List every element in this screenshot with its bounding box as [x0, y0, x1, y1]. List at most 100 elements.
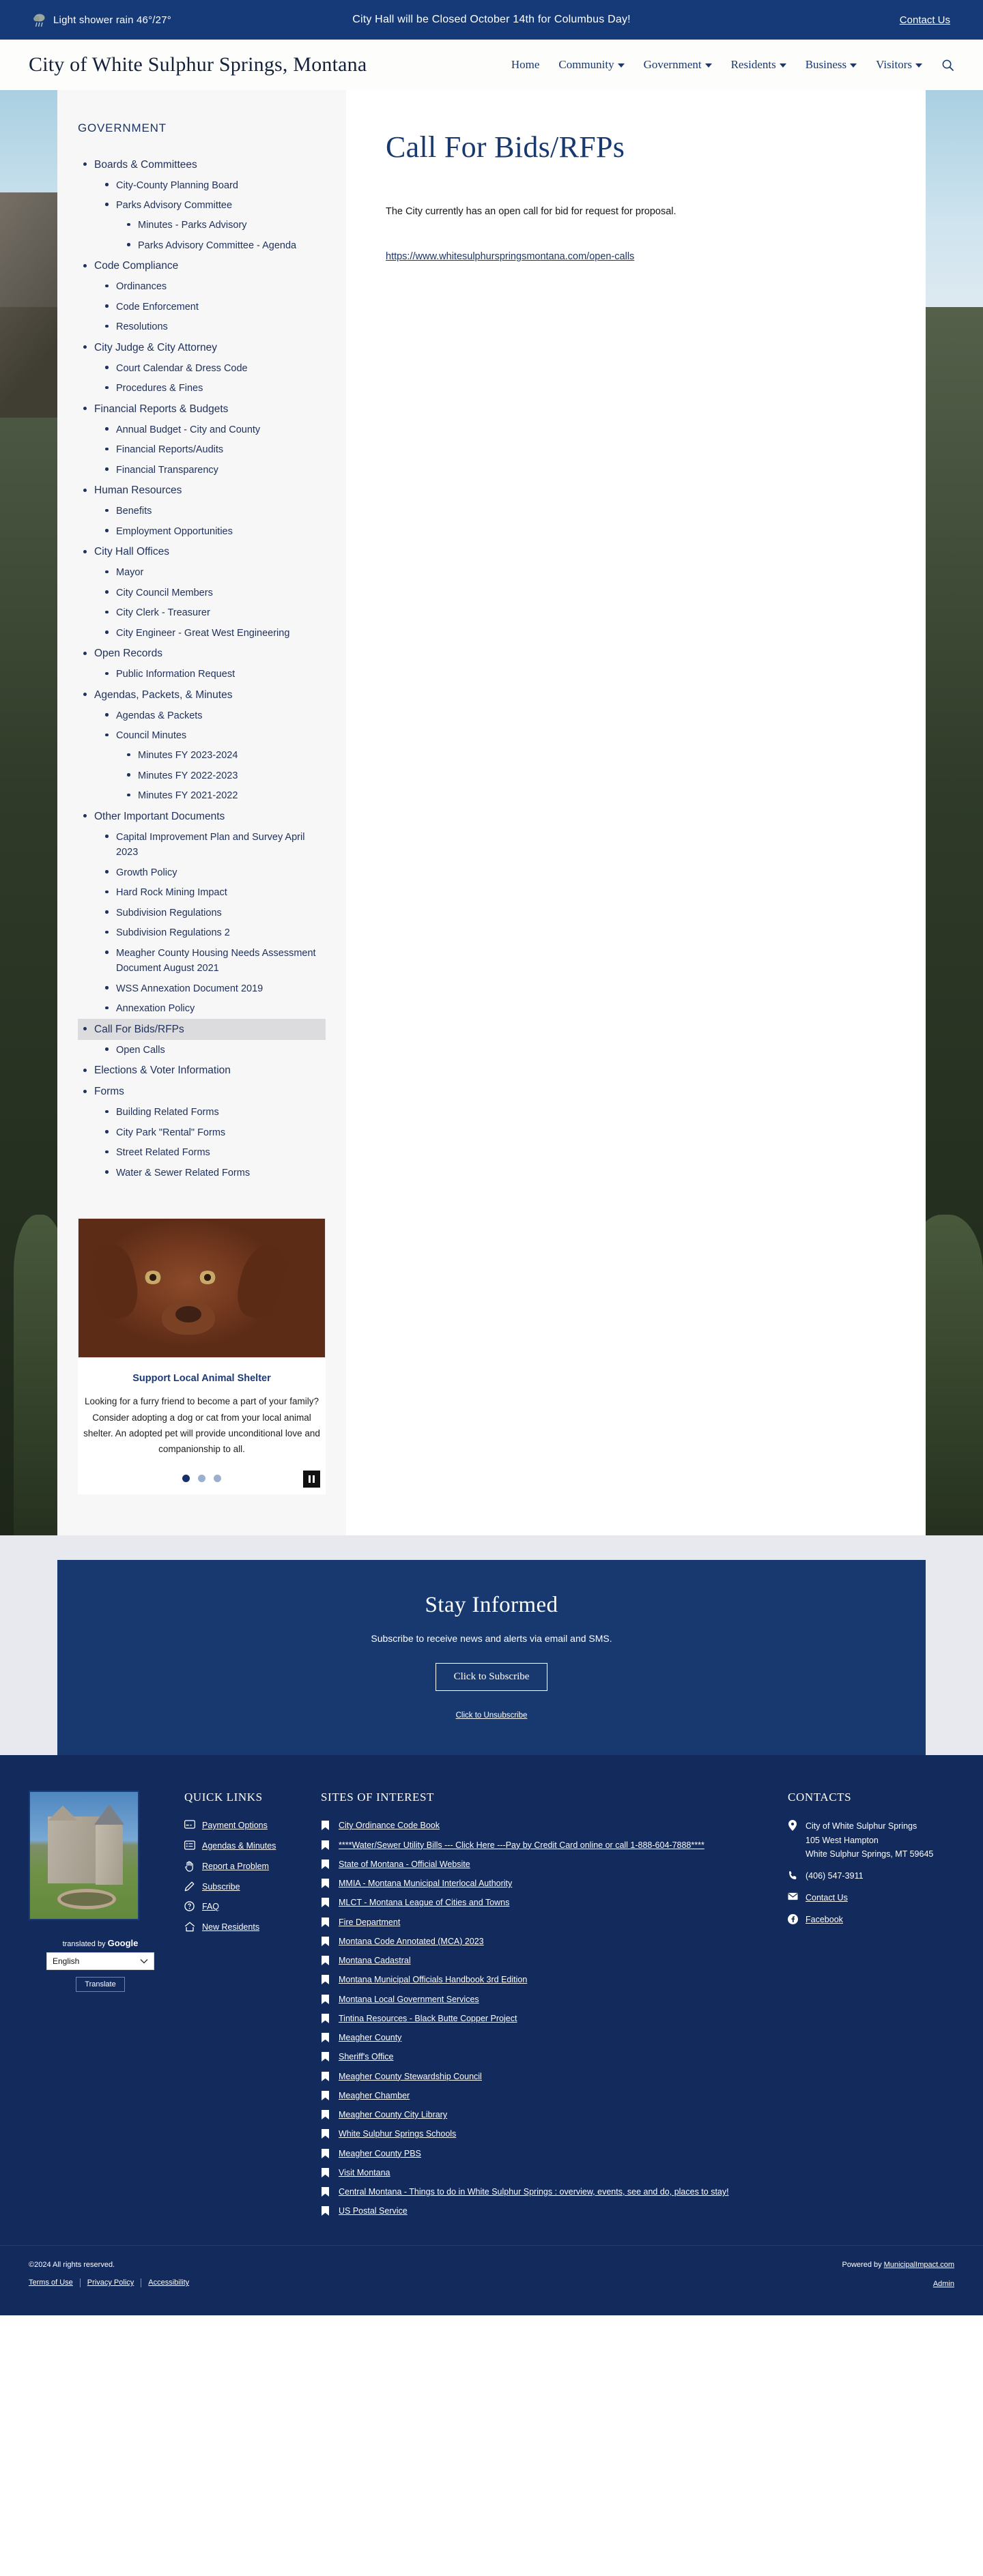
sidebar-item-call-for-bids-rfps[interactable]: Call For Bids/RFPs [78, 1019, 326, 1041]
sidebar-item-parks-advisory-committee-agenda[interactable]: Parks Advisory Committee - Agenda [78, 235, 326, 255]
sidebar-item-financial-transparency[interactable]: Financial Transparency [78, 460, 326, 480]
sidebar-item-other-important-documents[interactable]: Other Important Documents [78, 806, 326, 827]
site-link-item[interactable]: Montana Municipal Officials Handbook 3rd… [321, 1973, 777, 1986]
sidebar-item-growth-policy[interactable]: Growth Policy [78, 863, 326, 882]
sidebar-item-annexation-policy[interactable]: Annexation Policy [78, 999, 326, 1019]
site-link-label[interactable]: MMIA - Montana Municipal Interlocal Auth… [339, 1877, 512, 1890]
sidebar-item-procedures-fines[interactable]: Procedures & Fines [78, 379, 326, 399]
sidebar-item-forms[interactable]: Forms [78, 1082, 326, 1103]
site-link-label[interactable]: Sheriff's Office [339, 2051, 393, 2064]
site-link-item[interactable]: ****Water/Sewer Utility Bills --- Click … [321, 1839, 777, 1852]
site-link-label[interactable]: Visit Montana [339, 2167, 390, 2180]
sidebar-item-agendas-packets-minutes[interactable]: Agendas, Packets, & Minutes [78, 684, 326, 706]
site-link-item[interactable]: Montana Cadastral [321, 1954, 777, 1967]
site-link-label[interactable]: Montana Cadastral [339, 1954, 411, 1967]
site-link-item[interactable]: White Sulphur Springs Schools [321, 2128, 777, 2141]
unsubscribe-link[interactable]: Click to Unsubscribe [71, 1711, 912, 1720]
site-link-label[interactable]: State of Montana - Official Website [339, 1858, 470, 1871]
accessibility-link[interactable]: Accessibility [148, 2278, 189, 2287]
sidebar-item-building-related-forms[interactable]: Building Related Forms [78, 1103, 326, 1123]
site-link-label[interactable]: US Postal Service [339, 2205, 408, 2218]
quick-link-item[interactable]: Payment Options [184, 1819, 307, 1832]
sidebar-item-human-resources[interactable]: Human Resources [78, 480, 326, 502]
contact-social-item[interactable]: Facebook [788, 1913, 954, 1926]
site-link-item[interactable]: Visit Montana [321, 2167, 777, 2180]
contact-email-item[interactable]: Contact Us [788, 1892, 954, 1905]
site-link-item[interactable]: Meagher Chamber [321, 2089, 777, 2102]
sidebar-item-wss-annexation-document-2019[interactable]: WSS Annexation Document 2019 [78, 979, 326, 998]
nav-item-home[interactable]: Home [511, 58, 540, 72]
sidebar-item-employment-opportunities[interactable]: Employment Opportunities [78, 521, 326, 541]
sidebar-item-meagher-county-housing-needs-assessment-document-august-2021[interactable]: Meagher County Housing Needs Assessment … [78, 943, 326, 979]
sidebar-item-mayor[interactable]: Mayor [78, 563, 326, 583]
terms-of-use-link[interactable]: Terms of Use [29, 2278, 73, 2287]
nav-item-residents[interactable]: Residents [731, 58, 786, 72]
quick-link-item[interactable]: Report a Problem [184, 1860, 307, 1873]
sidebar-item-capital-improvement-plan-and-survey-april-2023[interactable]: Capital Improvement Plan and Survey Apri… [78, 827, 326, 863]
sidebar-item-street-related-forms[interactable]: Street Related Forms [78, 1143, 326, 1163]
quick-link-label[interactable]: Payment Options [202, 1819, 268, 1832]
site-link-item[interactable]: City Ordinance Code Book [321, 1819, 777, 1832]
site-link-label[interactable]: ****Water/Sewer Utility Bills --- Click … [339, 1839, 704, 1852]
site-link-item[interactable]: Meagher County PBS [321, 2147, 777, 2160]
site-link-item[interactable]: State of Montana - Official Website [321, 1858, 777, 1871]
sidebar-item-agendas-packets[interactable]: Agendas & Packets [78, 706, 326, 725]
site-link-item[interactable]: US Postal Service [321, 2205, 777, 2218]
site-link-label[interactable]: Meagher County PBS [339, 2147, 421, 2160]
sidebar-item-minutes-fy-2022-2023[interactable]: Minutes FY 2022-2023 [78, 766, 326, 785]
sidebar-item-council-minutes[interactable]: Council Minutes [78, 726, 326, 746]
site-link-item[interactable]: Tintina Resources - Black Butte Copper P… [321, 2012, 777, 2025]
sidebar-item-open-records[interactable]: Open Records [78, 643, 326, 665]
quick-link-label[interactable]: New Residents [202, 1921, 259, 1934]
subscribe-button[interactable]: Click to Subscribe [435, 1663, 548, 1692]
sidebar-item-minutes-parks-advisory[interactable]: Minutes - Parks Advisory [78, 216, 326, 235]
contact-social-link[interactable]: Facebook [806, 1913, 843, 1926]
sidebar-item-hard-rock-mining-impact[interactable]: Hard Rock Mining Impact [78, 883, 326, 903]
sidebar-item-annual-budget-city-and-county[interactable]: Annual Budget - City and County [78, 420, 326, 439]
quick-link-label[interactable]: Report a Problem [202, 1860, 269, 1873]
sidebar-item-open-calls[interactable]: Open Calls [78, 1040, 326, 1060]
contact-email-link[interactable]: Contact Us [806, 1892, 848, 1905]
site-link-label[interactable]: City Ordinance Code Book [339, 1819, 440, 1832]
quick-link-item[interactable]: New Residents [184, 1921, 307, 1934]
site-link-label[interactable]: Montana Municipal Officials Handbook 3rd… [339, 1973, 527, 1986]
sidebar-item-benefits[interactable]: Benefits [78, 502, 326, 521]
municipal-impact-link[interactable]: MunicipalImpact.com [884, 2261, 954, 2269]
sidebar-item-city-clerk-treasurer[interactable]: City Clerk - Treasurer [78, 603, 326, 623]
sidebar-item-court-calendar-dress-code[interactable]: Court Calendar & Dress Code [78, 358, 326, 378]
privacy-policy-link[interactable]: Privacy Policy [87, 2278, 134, 2287]
quick-link-item[interactable]: FAQ [184, 1900, 307, 1913]
pause-icon[interactable] [303, 1471, 320, 1488]
carousel-dot-1[interactable] [182, 1475, 190, 1483]
sidebar-item-city-park-rental-forms[interactable]: City Park "Rental" Forms [78, 1123, 326, 1142]
open-calls-link[interactable]: https://www.whitesulphurspringsmontana.c… [386, 251, 634, 262]
site-link-label[interactable]: Central Montana - Things to do in White … [339, 2186, 729, 2199]
sidebar-item-subdivision-regulations[interactable]: Subdivision Regulations [78, 903, 326, 923]
sidebar-item-financial-reports-audits[interactable]: Financial Reports/Audits [78, 440, 326, 460]
sidebar-item-city-council-members[interactable]: City Council Members [78, 583, 326, 603]
sidebar-item-code-compliance[interactable]: Code Compliance [78, 256, 326, 277]
sidebar-item-minutes-fy-2021-2022[interactable]: Minutes FY 2021-2022 [78, 786, 326, 806]
admin-link[interactable]: Admin [933, 2280, 954, 2288]
site-link-item[interactable]: Sheriff's Office [321, 2051, 777, 2064]
site-link-label[interactable]: Meagher County [339, 2031, 401, 2044]
site-link-label[interactable]: MLCT - Montana League of Cities and Town… [339, 1896, 509, 1909]
language-select[interactable]: English [46, 1952, 154, 1971]
site-link-item[interactable]: MMIA - Montana Municipal Interlocal Auth… [321, 1877, 777, 1890]
quick-link-item[interactable]: Subscribe [184, 1881, 307, 1894]
quick-link-label[interactable]: Subscribe [202, 1881, 240, 1894]
sidebar-item-elections-voter-information[interactable]: Elections & Voter Information [78, 1060, 326, 1082]
sidebar-item-public-information-request[interactable]: Public Information Request [78, 665, 326, 684]
sidebar-item-city-hall-offices[interactable]: City Hall Offices [78, 542, 326, 563]
nav-item-visitors[interactable]: Visitors [876, 58, 922, 72]
site-link-label[interactable]: Meagher Chamber [339, 2089, 410, 2102]
contact-us-link[interactable]: Contact Us [664, 14, 950, 26]
quick-link-label[interactable]: Agendas & Minutes [202, 1840, 276, 1853]
site-link-item[interactable]: Meagher County Stewardship Council [321, 2070, 777, 2083]
translate-button[interactable]: Translate [76, 1977, 125, 1993]
sidebar-item-water-sewer-related-forms[interactable]: Water & Sewer Related Forms [78, 1163, 326, 1183]
quick-link-label[interactable]: FAQ [202, 1900, 219, 1913]
sidebar-item-parks-advisory-committee[interactable]: Parks Advisory Committee [78, 195, 326, 215]
search-icon[interactable] [941, 59, 954, 72]
sidebar-item-subdivision-regulations-2[interactable]: Subdivision Regulations 2 [78, 923, 326, 943]
